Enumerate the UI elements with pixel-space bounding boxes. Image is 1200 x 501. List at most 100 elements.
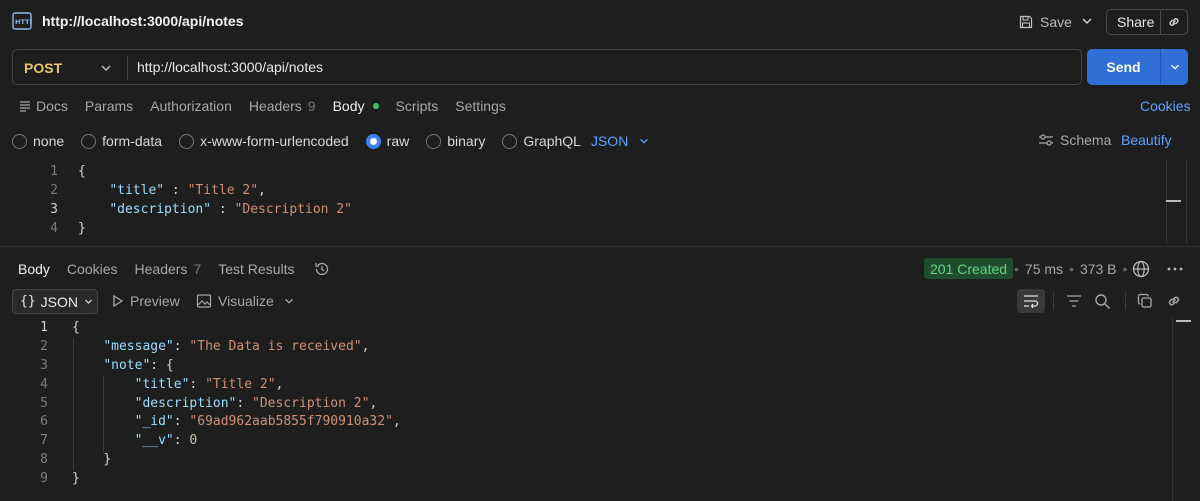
tab-scripts[interactable]: Scripts [396, 98, 439, 114]
line-number: 7 [40, 433, 48, 449]
share-button[interactable]: Share [1106, 9, 1188, 35]
chevron-down-icon[interactable] [99, 61, 113, 75]
response-scrollbar[interactable] [1172, 318, 1173, 501]
brace: } [72, 471, 80, 487]
radio-circle [81, 133, 97, 149]
tab-params[interactable]: Params [85, 98, 133, 114]
radio-raw[interactable]: raw [365, 133, 409, 149]
json-string: "Description 2" [252, 395, 370, 411]
separator-dot: • [1069, 261, 1074, 277]
radio-none-label: none [33, 133, 65, 149]
preview-button[interactable]: Preview [112, 293, 180, 309]
search-icon[interactable] [1094, 293, 1111, 310]
tab-response-body[interactable]: Body [18, 261, 50, 277]
send-label[interactable]: Send [1087, 49, 1161, 85]
response-code[interactable]: { "message": "The Data is received", "no… [72, 319, 401, 489]
tab-body[interactable]: Body [333, 98, 379, 114]
link-icon[interactable] [1166, 293, 1182, 309]
radio-graphql[interactable]: GraphQL [502, 133, 581, 149]
brace: { [78, 164, 86, 179]
schema-button[interactable]: Schema [1038, 132, 1111, 148]
tab-response-cookies[interactable]: Cookies [67, 261, 118, 277]
json-key: "title" [134, 376, 190, 392]
tab-test-results[interactable]: Test Results [218, 261, 294, 277]
tab-headers[interactable]: Headers 9 [249, 98, 316, 114]
history-icon[interactable] [313, 260, 331, 278]
radio-none[interactable]: none [12, 133, 64, 149]
radio-binary[interactable]: binary [426, 133, 485, 149]
radio-circle [365, 133, 381, 149]
tab-docs[interactable]: Docs [18, 98, 68, 114]
line-number: 2 [50, 183, 58, 198]
more-options-icon[interactable] [1166, 260, 1184, 278]
code-line: "message": "The Data is received", [103, 338, 370, 354]
status-badge[interactable]: 201 Created [924, 258, 1014, 279]
language-select[interactable]: JSON [591, 133, 650, 149]
visualize-label: Visualize [218, 293, 274, 309]
editor-scrollbar[interactable] [1166, 160, 1186, 244]
toolbar-divider [1125, 292, 1126, 310]
response-format-select[interactable]: {} JSON [12, 289, 98, 314]
chevron-down-icon [640, 138, 649, 144]
scrollbar-thumb[interactable] [1176, 320, 1191, 322]
request-body-editor[interactable]: 1 2 3 4 { "title" : "Title 2", "descript… [16, 160, 1182, 242]
radio-binary-label: binary [447, 133, 486, 149]
pane-splitter[interactable] [0, 246, 1200, 247]
request-title[interactable]: http://localhost:3000/api/notes [42, 13, 243, 29]
scrollbar-thumb[interactable] [1166, 200, 1181, 202]
chevron-down-icon[interactable] [283, 295, 295, 307]
radio-form-data[interactable]: form-data [81, 133, 162, 149]
headers-count: 9 [307, 98, 316, 114]
tab-authorization[interactable]: Authorization [150, 98, 232, 114]
request-code[interactable]: { "title" : "Title 2", "description" : "… [78, 162, 352, 238]
line-number: 1 [50, 164, 58, 179]
save-button[interactable]: Save [1018, 10, 1072, 34]
response-tabs: Body Cookies Headers 7 Test Results [18, 258, 331, 280]
json-key: "_id" [134, 414, 174, 430]
radio-circle [502, 133, 518, 149]
code-line: } [78, 219, 352, 238]
tab-headers-label: Headers [248, 98, 302, 114]
svg-text:HTTP: HTTP [15, 18, 32, 26]
line-number-gutter: 1 2 3 4 [16, 162, 76, 238]
globe-icon[interactable] [1131, 259, 1151, 279]
code-line: { [72, 319, 401, 338]
wrap-lines-icon [1024, 295, 1039, 308]
line-number: 4 [50, 221, 58, 236]
code-line: "_id": "69ad962aab5855f790910a32", [134, 414, 401, 430]
tab-settings[interactable]: Settings [455, 98, 506, 114]
response-format-label: JSON [40, 293, 78, 310]
json-number: 0 [189, 433, 198, 449]
response-time[interactable]: 75 ms [1025, 261, 1063, 277]
filter-icon[interactable] [1065, 293, 1083, 309]
line-number: 3 [50, 202, 58, 217]
line-number: 9 [40, 471, 48, 487]
docs-icon [20, 101, 30, 112]
copy-link-button[interactable] [1161, 10, 1187, 34]
beautify-button[interactable]: Beautify [1121, 132, 1172, 148]
chevron-down-icon [1170, 64, 1179, 70]
url-bar: POST http://localhost:3000/api/notes [12, 49, 1082, 85]
tab-response-headers[interactable]: Headers 7 [135, 261, 202, 277]
toolbar-divider [1053, 292, 1054, 310]
braces-icon: {} [20, 294, 36, 309]
method-select[interactable]: POST [24, 60, 62, 76]
radio-urlencoded[interactable]: x-www-form-urlencoded [179, 133, 349, 149]
chevron-down-icon [84, 299, 93, 304]
send-options-button[interactable] [1161, 49, 1188, 85]
save-icon [1019, 15, 1033, 29]
json-key: "title" [109, 183, 165, 198]
chevron-down-icon[interactable] [1080, 14, 1094, 28]
tab-body-label: Body [332, 98, 365, 114]
response-size[interactable]: 373 B [1080, 261, 1117, 277]
share-label: Share [1107, 10, 1161, 34]
send-button[interactable]: Send [1087, 49, 1188, 85]
line-number: 6 [40, 414, 48, 430]
visualize-button[interactable]: Visualize [196, 293, 274, 309]
response-body-viewer[interactable]: 1 2 3 4 5 6 7 8 9 { "message": "The Data… [16, 318, 1166, 498]
code-line: "description": "Description 2", [134, 395, 378, 411]
copy-icon[interactable] [1137, 293, 1153, 309]
url-input[interactable]: http://localhost:3000/api/notes [137, 59, 1037, 75]
cookies-link[interactable]: Cookies [1140, 98, 1191, 114]
wrap-lines-button[interactable] [1017, 289, 1045, 313]
